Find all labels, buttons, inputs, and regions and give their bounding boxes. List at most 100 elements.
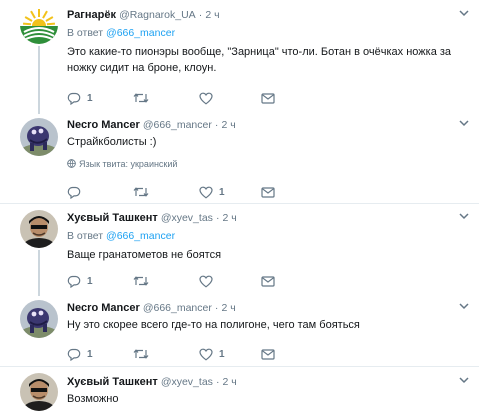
envelope-icon [261, 186, 275, 198]
tweet-header: Хуєвый Ташкент @xyev_tas · 2 ч [67, 375, 237, 389]
heart-icon [199, 186, 213, 199]
tweet-text-line: Ну это скорее всего где-то на полигоне, … [67, 319, 360, 331]
tweet-text: Возможно [67, 391, 118, 407]
globe-icon [67, 159, 76, 168]
reply-icon [67, 348, 81, 361]
tweet-xyev-tas[interactable]: Хуєвый Ташкент @xyev_tas · 2 ч В ответ @… [0, 204, 479, 296]
tweet-language-note: Язык твита: украинский [67, 158, 177, 170]
avatar[interactable] [20, 373, 58, 411]
tweet-necro-mancer[interactable]: Necro Mancer @666_mancer · 2 ч Страйкбол… [0, 112, 479, 204]
reply-prefix: В ответ [67, 230, 104, 242]
tweet-necro-mancer-2[interactable]: Necro Mancer @666_mancer · 2 ч Ну это ск… [0, 294, 479, 366]
tweet-actions: 1 [67, 90, 297, 106]
envelope-icon [261, 348, 275, 360]
tweet-text-line: ножку сидит на броне, клоун. [67, 62, 217, 74]
reply-context: В ответ @666_mancer [67, 229, 175, 243]
reply-button[interactable]: 1 [67, 273, 93, 289]
display-name[interactable]: Necro Mancer [67, 119, 140, 131]
retweet-button[interactable] [133, 184, 149, 200]
reply-button[interactable] [67, 184, 87, 200]
reply-button[interactable]: 1 [67, 90, 93, 106]
chevron-down-icon[interactable] [457, 373, 471, 387]
direct-message-button[interactable] [261, 346, 275, 362]
reply-count: 1 [87, 275, 93, 287]
chevron-down-icon[interactable] [457, 116, 471, 130]
tweet-actions: 1 [67, 184, 297, 200]
timestamp[interactable]: 2 ч [223, 376, 237, 388]
display-name[interactable]: Хуєвый Ташкент [67, 212, 158, 224]
reply-icon [67, 186, 81, 199]
direct-message-button[interactable] [261, 90, 275, 106]
tweet-actions: 1 [67, 273, 297, 289]
separator-dot: · [215, 376, 220, 388]
timestamp[interactable]: 2 ч [223, 212, 237, 224]
separator-dot: · [214, 119, 219, 131]
retweet-icon [133, 93, 149, 103]
timestamp[interactable]: 2 ч [221, 302, 235, 314]
like-button[interactable] [199, 90, 219, 106]
heart-icon [199, 348, 213, 361]
reply-icon [67, 92, 81, 105]
tweet-text: Это какие-то пионэры вообще, "Зарница" ч… [67, 44, 451, 76]
separator-dot: · [215, 212, 220, 224]
retweet-icon [133, 276, 149, 286]
retweet-icon [133, 349, 149, 359]
tweet-header: Necro Mancer @666_mancer · 2 ч [67, 118, 236, 132]
tweet-text: Страйкболисты :) [67, 134, 156, 150]
display-name[interactable]: Necro Mancer [67, 302, 140, 314]
tweet-text: Ваще гранатометов не боятся [67, 247, 221, 263]
chevron-down-icon[interactable] [457, 209, 471, 223]
avatar[interactable] [20, 300, 58, 338]
timestamp[interactable]: 2 ч [221, 119, 235, 131]
display-name[interactable]: Рагнарёк [67, 9, 116, 21]
reply-icon [67, 275, 81, 288]
tweet-text-line: Страйкболисты :) [67, 136, 157, 148]
tweet-text: Ну это скорее всего где-то на полигоне, … [67, 317, 360, 333]
thread-line [38, 46, 40, 114]
envelope-icon [261, 92, 275, 104]
reply-count: 1 [87, 92, 93, 104]
tweet-xyev-tas-2[interactable]: Хуєвый Ташкент @xyev_tas · 2 ч Возможно [0, 367, 479, 411]
tweet-header: Necro Mancer @666_mancer · 2 ч [67, 301, 236, 315]
like-button[interactable] [199, 273, 219, 289]
envelope-icon [261, 275, 275, 287]
tweet-actions: 1 1 [67, 346, 297, 362]
reply-to-link[interactable]: @666_mancer [106, 230, 175, 242]
retweet-button[interactable] [133, 90, 155, 106]
like-button[interactable]: 1 [199, 184, 225, 200]
tweet-text-line: Ваще гранатометов не боятся [67, 249, 222, 261]
user-handle[interactable]: @666_mancer [143, 119, 212, 131]
retweet-button[interactable] [133, 273, 149, 289]
separator-dot: · [198, 9, 203, 21]
direct-message-button[interactable] [261, 184, 275, 200]
timestamp[interactable]: 2 ч [205, 9, 219, 21]
tweet-header: Рагнарёк @Ragnarok_UA · 2 ч [67, 8, 220, 22]
separator-dot: · [214, 302, 219, 314]
reply-prefix: В ответ [67, 27, 104, 39]
tweet-text-line: Возможно [67, 393, 119, 405]
avatar[interactable] [20, 210, 58, 248]
tweet-text-line: Это какие-то пионэры вообще, "Зарница" ч… [67, 46, 452, 58]
reply-to-link[interactable]: @666_mancer [106, 27, 175, 39]
tweet-header: Хуєвый Ташкент @xyev_tas · 2 ч [67, 211, 237, 225]
retweet-button[interactable] [133, 346, 149, 362]
like-count: 1 [219, 348, 225, 360]
reply-button[interactable]: 1 [67, 346, 93, 362]
like-button[interactable]: 1 [199, 346, 225, 362]
chevron-down-icon[interactable] [457, 6, 471, 20]
user-handle[interactable]: @Ragnarok_UA [119, 9, 196, 21]
heart-icon [199, 92, 213, 105]
like-count: 1 [219, 186, 225, 198]
chevron-down-icon[interactable] [457, 299, 471, 313]
display-name[interactable]: Хуєвый Ташкент [67, 376, 158, 388]
user-handle[interactable]: @666_mancer [143, 302, 212, 314]
avatar[interactable] [20, 118, 58, 156]
tweet-ragnarok[interactable]: Рагнарёк @Ragnarok_UA · 2 ч В ответ @666… [0, 0, 479, 114]
user-handle[interactable]: @xyev_tas [161, 376, 213, 388]
direct-message-button[interactable] [261, 273, 275, 289]
avatar[interactable] [20, 6, 58, 44]
reply-context: В ответ @666_mancer [67, 26, 175, 40]
retweet-icon [133, 187, 149, 197]
user-handle[interactable]: @xyev_tas [161, 212, 213, 224]
thread-line [38, 250, 40, 296]
